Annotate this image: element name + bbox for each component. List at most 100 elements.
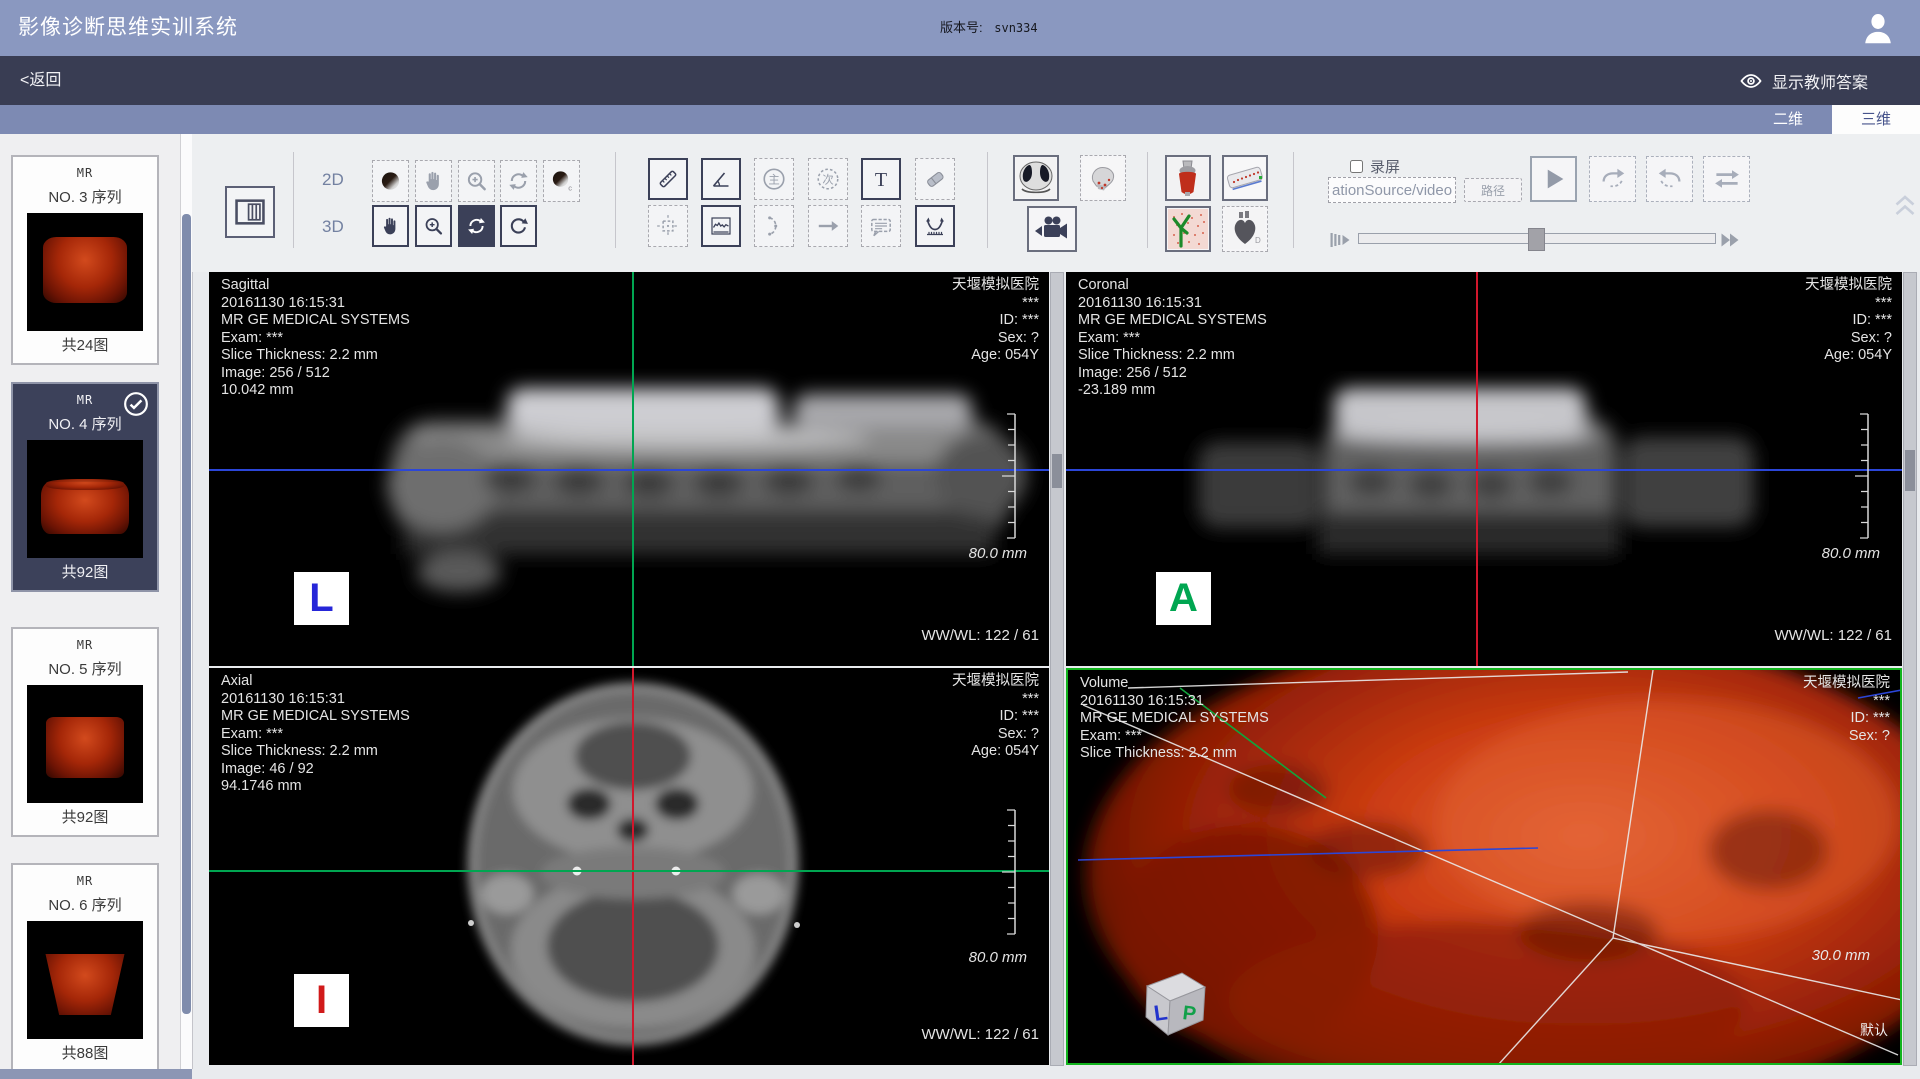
rotate-reset-3d-button[interactable] (500, 205, 537, 247)
zoom-2d-button[interactable] (458, 160, 495, 202)
meta-line: 天堰模拟医院 (1803, 675, 1890, 693)
orientation-cube[interactable]: L P (1130, 963, 1212, 1045)
comment-button[interactable] (861, 205, 901, 247)
app-header: 影像诊断思维实训系统 版本号: svn334 (0, 0, 1920, 56)
show-teacher-answer-button[interactable]: 显示教师答案 (1739, 56, 1868, 105)
slice-scrollbar-thumb[interactable] (1905, 450, 1915, 491)
wwwl-label: WW/WL: 122 / 61 (921, 627, 1039, 644)
axial-meta-left: Axial 20161130 16:15:31 MR GE MEDICAL SY… (221, 673, 410, 796)
sagittal-viewport[interactable]: Sagittal 20161130 16:15:31 MR GE MEDICAL… (209, 272, 1049, 666)
wl-2d-button[interactable] (372, 160, 409, 202)
record-path-input[interactable] (1328, 177, 1456, 203)
series-name: NO. 5 序列 (13, 658, 157, 679)
series-count: 共92图 (13, 561, 157, 582)
sidebar-scrollbar[interactable] (180, 134, 192, 1069)
axial-viewport[interactable]: Axial 20161130 16:15:31 MR GE MEDICAL SY… (209, 668, 1049, 1065)
group-3d-label: 3D (322, 217, 344, 237)
crosshair-horizontal-green[interactable] (209, 870, 1049, 872)
meta-line: Exam: *** (1080, 728, 1269, 746)
frame-slider-handle[interactable] (1528, 228, 1545, 251)
sagittal-meta-right: 天堰模拟医院 *** ID: *** Sex: ? Age: 054Y (952, 277, 1039, 365)
loop-backward-button[interactable] (1646, 156, 1693, 202)
meta-line: ID: *** (1805, 312, 1892, 330)
path-button[interactable]: 路径 (1464, 178, 1522, 202)
secondary-mark-button[interactable]: 次 (808, 158, 848, 200)
segmentation-preset-button[interactable] (1165, 206, 1211, 252)
coronal-viewport[interactable]: Coronal 20161130 16:15:31 MR GE MEDICAL … (1066, 272, 1902, 666)
roi-button[interactable] (648, 205, 688, 247)
slider-start-icon[interactable] (1328, 228, 1354, 252)
eraser-button[interactable] (915, 158, 955, 200)
play-button[interactable] (1530, 156, 1577, 202)
toolbar-divider (293, 152, 294, 248)
slider-end-icon[interactable] (1718, 228, 1744, 252)
loop-forward-button[interactable] (1589, 156, 1636, 202)
series-modality: MR (13, 874, 157, 888)
crosshair-vertical-red[interactable] (632, 668, 634, 1065)
histogram-button[interactable] (701, 205, 741, 247)
heart-preset-button[interactable]: D (1222, 206, 1268, 252)
ruler-button[interactable] (648, 158, 688, 200)
rotate-3d-button[interactable] (458, 205, 495, 247)
meta-line: Slice Thickness: 2.2 mm (221, 347, 410, 365)
meta-line: MR GE MEDICAL SYSTEMS (1080, 710, 1269, 728)
vessel-preset-button[interactable] (1222, 155, 1268, 201)
histogram-icon (709, 213, 733, 239)
sidebar-scrollbar-thumb[interactable] (182, 214, 191, 1014)
lung-icon (1016, 158, 1056, 198)
crosshair-horizontal-blue[interactable] (209, 469, 1049, 471)
tab-2d[interactable]: 二维 (1744, 105, 1832, 134)
volume-viewport[interactable]: Volume 20161130 16:15:31 MR GE MEDICAL S… (1066, 668, 1902, 1065)
rotate-2d-button[interactable] (500, 160, 537, 202)
pan-icon (380, 213, 401, 239)
ruler-icon (656, 166, 680, 192)
zoom-3d-button[interactable] (415, 205, 452, 247)
lung-preset-button[interactable] (1013, 155, 1059, 201)
meta-line: Slice Thickness: 2.2 mm (221, 743, 410, 761)
sidebar-horizontal-scrollbar[interactable] (0, 1069, 192, 1079)
volume-default-label[interactable]: 默认 (1860, 1020, 1888, 1040)
skull-preset-button[interactable] (1080, 155, 1126, 201)
curve-button[interactable] (754, 205, 794, 247)
scale-ruler (999, 807, 1021, 937)
record-checkbox[interactable] (1350, 160, 1363, 173)
pan-3d-button[interactable] (372, 205, 409, 247)
layout-icon (233, 195, 267, 229)
coronal-meta-left: Coronal 20161130 16:15:31 MR GE MEDICAL … (1078, 277, 1267, 400)
slice-scrollbar-thumb[interactable] (1052, 454, 1062, 488)
series-card-6[interactable]: MR NO. 6 序列 共88图 (11, 863, 159, 1073)
pan-2d-button[interactable] (415, 160, 452, 202)
text-icon: T (869, 166, 893, 192)
eraser-icon (922, 166, 948, 192)
crosshair-horizontal-blue[interactable] (1066, 469, 1902, 471)
toolbar-divider (615, 152, 616, 248)
series-modality: MR (13, 638, 157, 652)
primary-mark-char: 主 (768, 173, 779, 186)
user-icon[interactable] (1860, 10, 1896, 48)
axial-meta-right: 天堰模拟医院 *** ID: *** Sex: ? Age: 054Y (952, 673, 1039, 761)
layout-grid-button[interactable] (225, 186, 275, 238)
skull-icon (1083, 158, 1123, 198)
wl-reset-2d-button[interactable]: c (543, 160, 580, 202)
slice-scrollbar-right[interactable] (1903, 272, 1917, 1066)
series-card-4-selected[interactable]: MR NO. 4 序列 共92图 (11, 382, 159, 592)
series-card-5[interactable]: MR NO. 5 序列 共92图 (11, 627, 159, 837)
angle-button[interactable] (701, 158, 741, 200)
scale-label: 80.0 mm (1822, 545, 1880, 562)
primary-mark-button[interactable]: 主 (754, 158, 794, 200)
toolbar-divider (987, 152, 988, 248)
knee-preset-button[interactable] (1165, 155, 1211, 201)
meta-line: -23.189 mm (1078, 382, 1267, 400)
camera-export-button[interactable] (1027, 206, 1077, 252)
series-count: 共88图 (13, 1042, 157, 1063)
collapse-toolbar-icon[interactable] (1893, 190, 1917, 218)
series-card-3[interactable]: MR NO. 3 序列 共24图 (11, 155, 159, 365)
angle-icon (709, 166, 733, 192)
tab-3d[interactable]: 三维 (1832, 105, 1920, 134)
curve-ruler-button[interactable] (915, 205, 955, 247)
text-annotation-button[interactable]: T (861, 158, 901, 200)
swap-direction-button[interactable] (1703, 156, 1750, 202)
slice-scrollbar-middle[interactable] (1050, 272, 1064, 1066)
arrow-annotation-button[interactable] (808, 205, 848, 247)
back-button[interactable]: <返回 (20, 56, 61, 105)
